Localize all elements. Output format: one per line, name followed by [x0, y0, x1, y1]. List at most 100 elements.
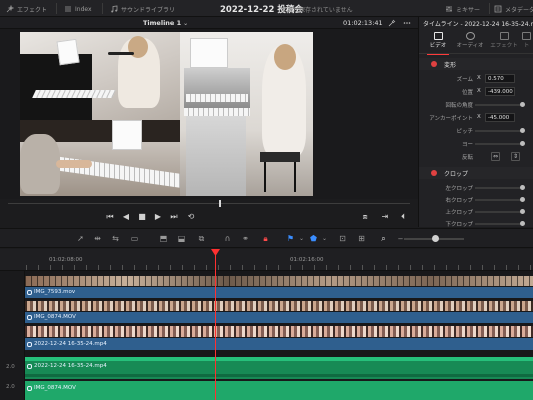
dynamic-trim-icon[interactable]: ⇆: [110, 234, 121, 244]
flip-horizontal-icon[interactable]: ⇔: [491, 152, 500, 161]
chevron-down-icon[interactable]: ⌄: [319, 234, 330, 244]
timeline-clip[interactable]: [25, 301, 533, 311]
audio-clip[interactable]: IMG_0874.MOV: [25, 381, 533, 400]
go-to-end-icon[interactable]: ⏭: [169, 212, 179, 222]
pitch-slider[interactable]: [475, 130, 523, 132]
link-icon[interactable]: ⚭: [240, 234, 251, 244]
pitch-label: ピッチ: [456, 129, 473, 135]
viewer-header: Timeline 1 ⌄ 01:02:13:41: [0, 17, 418, 29]
stop-icon[interactable]: ■: [137, 212, 147, 222]
chevron-down-icon[interactable]: ⌄: [296, 234, 307, 244]
crop-top-row: 上クロップ: [419, 207, 533, 217]
crop-bottom-slider-knob[interactable]: [520, 221, 525, 226]
trim-tool-icon[interactable]: ⇹: [92, 234, 103, 244]
replace-clip-icon[interactable]: ⧉: [196, 234, 207, 244]
go-to-start-icon[interactable]: ⏮: [105, 212, 115, 222]
crop-top-label: 上クロップ: [445, 210, 473, 216]
position-axis-label: X: [477, 88, 481, 94]
effects-label: エフェクト: [17, 6, 48, 14]
insert-clip-icon[interactable]: ⬒: [158, 234, 169, 244]
tab-transition[interactable]: ト: [519, 32, 533, 52]
enable-toggle-icon[interactable]: [431, 61, 437, 67]
zoom-label: ズーム: [456, 77, 473, 83]
effects-button[interactable]: エフェクト: [6, 4, 47, 14]
flag-icon[interactable]: ⚑: [285, 234, 296, 244]
overwrite-clip-icon[interactable]: ⬓: [176, 234, 187, 244]
clip-name: IMG_7593.mov: [27, 289, 75, 295]
transform-section-header[interactable]: 変形: [419, 58, 533, 70]
scrubber-track[interactable]: [8, 203, 410, 204]
zoom-x-field[interactable]: 0.570: [485, 74, 515, 83]
match-frame-icon[interactable]: ⧈: [360, 212, 370, 222]
crop-bottom-slider[interactable]: [475, 223, 523, 225]
snapping-icon[interactable]: ∩: [222, 234, 233, 244]
in-out-icon[interactable]: ⇥: [380, 212, 390, 222]
timeline-clip[interactable]: 2022-12-24 16-35-24.mp4: [25, 338, 533, 350]
timeline-clip[interactable]: [25, 276, 533, 286]
timeline-selector[interactable]: Timeline 1 ⌄: [143, 19, 188, 27]
crop-section-header[interactable]: クロップ: [419, 167, 533, 179]
blade-tool-icon[interactable]: ▭: [129, 234, 140, 244]
inspector-tabs: ビデオ オーディオ エフェクト ト: [419, 29, 533, 55]
detail-zoom-icon[interactable]: ⊞: [356, 234, 367, 244]
marker-icon[interactable]: ⬟: [308, 234, 319, 244]
timeline-ruler[interactable]: 01:02:08:00 01:02:16:00: [0, 249, 533, 271]
loop-icon[interactable]: ⟲: [186, 212, 196, 222]
play-reverse-icon[interactable]: ◀: [121, 212, 131, 222]
mixer-button[interactable]: ミキサー: [445, 4, 480, 14]
viewer-timecode: 01:02:13:41: [343, 19, 383, 27]
video-pane-grand-piano: [20, 32, 180, 120]
position-x-field[interactable]: -439.000: [485, 87, 515, 96]
rotation-slider-knob[interactable]: [520, 102, 525, 107]
sound-library-label: サウンドライブラリ: [121, 6, 176, 14]
crop-left-slider[interactable]: [475, 187, 523, 189]
yaw-row: ヨー: [419, 139, 533, 149]
timeline-playhead[interactable]: [215, 249, 216, 400]
crop-left-label: 左クロップ: [445, 186, 473, 192]
timeline-clip[interactable]: IMG_7593.mov: [25, 287, 533, 298]
flip-label: 反転: [461, 155, 473, 161]
music-note-icon: [110, 5, 118, 13]
position-label: 位置: [461, 90, 473, 96]
crop-top-slider[interactable]: [475, 211, 523, 213]
full-extent-zoom-icon[interactable]: ⊡: [337, 234, 348, 244]
zoom-slider-knob[interactable]: [432, 235, 439, 242]
timeline-tracks[interactable]: IMG_7593.mov IMG_0874.MOV 2022-12-24 16-…: [25, 271, 533, 400]
previous-edit-icon[interactable]: ⏴: [398, 212, 408, 222]
flip-vertical-icon[interactable]: ⇕: [511, 152, 520, 161]
pitch-slider-knob[interactable]: [520, 128, 525, 133]
anchor-x-field[interactable]: -45.000: [485, 113, 515, 122]
tab-audio[interactable]: オーディオ: [453, 32, 487, 52]
tab-video[interactable]: ビデオ: [421, 32, 455, 55]
crop-right-slider-knob[interactable]: [520, 197, 525, 202]
yaw-slider-knob[interactable]: [520, 141, 525, 146]
sound-library-button[interactable]: サウンドライブラリ: [110, 4, 175, 14]
audio-clip[interactable]: 2022-12-24 16-35-24.mp4: [25, 357, 533, 379]
list-icon: [64, 5, 72, 13]
yaw-slider[interactable]: [475, 143, 523, 145]
crop-left-slider-knob[interactable]: [520, 185, 525, 190]
video-icon: [433, 32, 443, 40]
scrubber-playhead[interactable]: [219, 200, 221, 207]
position-lock-icon[interactable]: 🔒︎: [260, 234, 271, 244]
timeline-clip[interactable]: IMG_0874.MOV: [25, 312, 533, 323]
crop-right-slider[interactable]: [475, 199, 523, 201]
index-button[interactable]: Index: [64, 4, 92, 14]
zoom-axis-label: X: [477, 75, 481, 81]
top-toolbar: エフェクト Index サウンドライブラリ 2022-12-22 投稿会 変更が…: [0, 0, 533, 17]
more-options-icon[interactable]: [403, 19, 411, 27]
crop-top-slider-knob[interactable]: [520, 209, 525, 214]
selection-tool-icon[interactable]: ➚: [75, 234, 86, 244]
enable-toggle-icon[interactable]: [431, 170, 437, 176]
color-picker-icon[interactable]: [388, 19, 396, 27]
play-icon[interactable]: ▶: [153, 212, 163, 222]
video-viewer[interactable]: [0, 29, 418, 199]
viewer-scrubber[interactable]: [0, 199, 418, 209]
metadata-button[interactable]: メタデータ: [494, 4, 533, 14]
anchor-row: アンカーポイント X -45.000: [419, 113, 533, 123]
rotation-slider[interactable]: [475, 104, 523, 106]
custom-zoom-icon[interactable]: ⌕: [378, 234, 389, 244]
tab-effects[interactable]: エフェクト: [487, 32, 521, 52]
clip-name-text: IMG_0874.MOV: [34, 314, 76, 320]
timeline-clip[interactable]: [25, 326, 533, 337]
